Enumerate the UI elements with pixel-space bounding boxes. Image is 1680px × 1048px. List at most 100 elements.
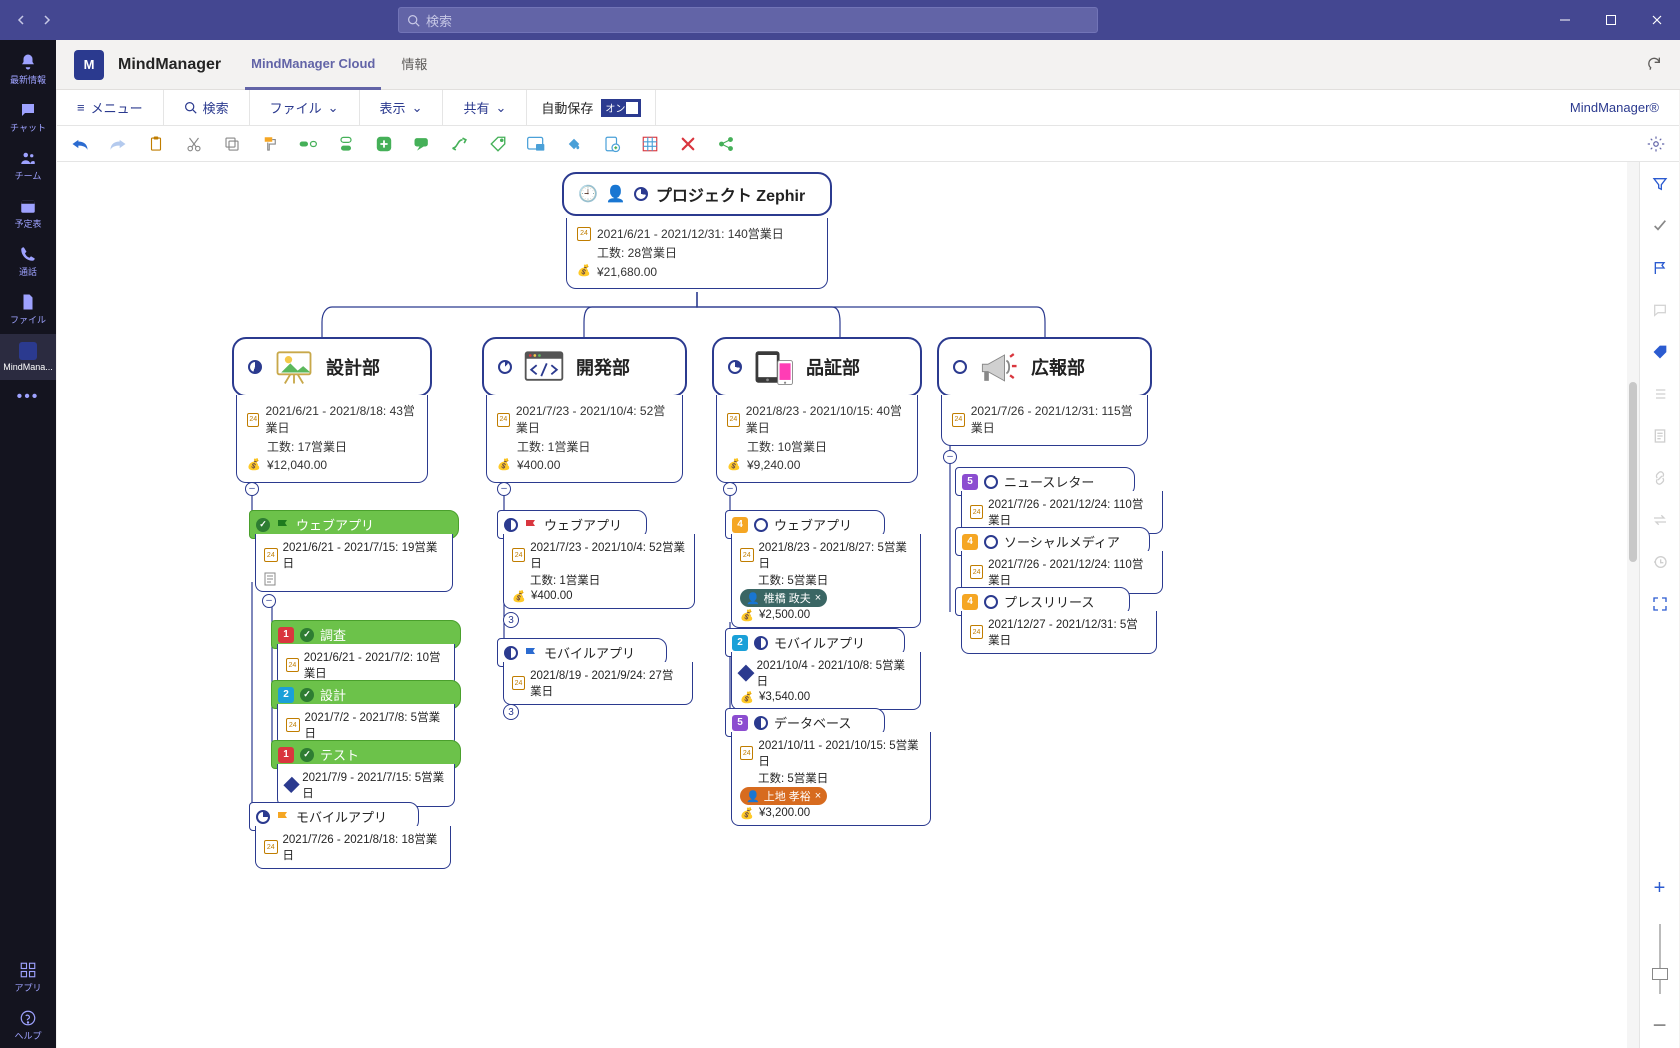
rail-chat[interactable]: チャット [0, 94, 56, 140]
dept-design[interactable]: 設計部 [232, 337, 432, 397]
root-title: プロジェクト Zephir [656, 182, 805, 206]
window-minimize-icon[interactable] [1542, 0, 1588, 40]
rail-more[interactable]: ••• [0, 382, 56, 412]
vertical-scrollbar[interactable] [1627, 162, 1639, 1048]
dept-dev-info: 242021/7/23 - 2021/10/4: 52営業日 工数: 1営業日 … [486, 395, 683, 483]
priority-5-badge: 5 [732, 715, 748, 731]
redo-icon[interactable] [107, 133, 129, 155]
rail-activity[interactable]: 最新情報 [0, 46, 56, 92]
filter-icon[interactable] [1650, 174, 1670, 194]
zoom-in-icon[interactable]: + [1650, 878, 1670, 898]
collapse-toggle[interactable]: – [723, 482, 737, 496]
app-logo-icon: M [74, 50, 104, 80]
copy-icon[interactable] [221, 133, 243, 155]
dept-pr-info: 242021/7/26 - 2021/12/31: 115営業日 [941, 395, 1148, 446]
collapse-toggle[interactable]: – [262, 594, 276, 608]
view-button[interactable]: 表示⌄ [360, 90, 444, 125]
boundary-icon[interactable] [525, 133, 547, 155]
tab-info[interactable]: 情報 [395, 40, 433, 90]
search-button[interactable]: 検索 [164, 90, 250, 125]
zoom-slider[interactable] [1659, 924, 1661, 994]
autosave-toggle[interactable]: 自動保存 オン [527, 90, 656, 125]
progress-icon [248, 360, 262, 374]
relationship-icon[interactable] [449, 133, 471, 155]
note-icon [264, 572, 276, 586]
rail-teams[interactable]: チーム [0, 142, 56, 188]
mindmanager-frame: ≡メニュー 検索 ファイル⌄ 表示⌄ 共有⌄ 自動保存 オン MindManag… [57, 90, 1679, 1048]
add-subtopic-icon[interactable] [297, 133, 319, 155]
collapse-toggle[interactable]: – [245, 482, 259, 496]
collapse-toggle[interactable]: – [497, 482, 511, 496]
list-tool-icon[interactable] [1650, 384, 1670, 404]
rail-help[interactable]: ヘルプ [0, 1002, 56, 1048]
zoom-out-icon[interactable]: − [1650, 1016, 1670, 1036]
rail-calls[interactable]: 通話 [0, 238, 56, 284]
person-chip[interactable]: 👤 椎橋 政夫 × [740, 589, 827, 607]
cut-icon[interactable] [183, 133, 205, 155]
app-title: MindManager [118, 56, 221, 74]
clock-icon: 🕘 [578, 184, 598, 204]
tab-cloud[interactable]: MindManager Cloud [245, 40, 381, 90]
mindmap-canvas[interactable]: 🕘 👤 プロジェクト Zephir 242021/6/21 - 2021/12/… [57, 162, 1679, 1048]
person-chip[interactable]: 👤 上地 孝裕 × [740, 787, 827, 805]
history-tool-icon[interactable] [1650, 552, 1670, 572]
reload-icon[interactable] [1646, 55, 1662, 74]
chat-tool-icon[interactable] [1650, 300, 1670, 320]
titlebar-search[interactable]: 検索 [398, 7, 1098, 33]
chip-remove-icon[interactable]: × [815, 790, 821, 802]
dept-pr[interactable]: 広報部 [937, 337, 1152, 397]
rail-calendar[interactable]: 予定表 [0, 190, 56, 236]
flag-red-icon [524, 518, 538, 532]
settings-icon[interactable] [1645, 133, 1667, 155]
easel-icon [270, 347, 318, 387]
root-node[interactable]: 🕘 👤 プロジェクト Zephir [562, 172, 832, 216]
code-window-icon [520, 347, 568, 387]
nav-forward-icon[interactable] [38, 11, 56, 29]
milestone-icon [283, 777, 299, 793]
add-sibling-icon[interactable] [335, 133, 357, 155]
fit-tool-icon[interactable] [1650, 594, 1670, 614]
link-tool-icon[interactable] [1650, 468, 1670, 488]
add-callout-icon[interactable] [411, 133, 433, 155]
mm-toolbar-row1: ≡メニュー 検索 ファイル⌄ 表示⌄ 共有⌄ 自動保存 オン MindManag… [57, 90, 1679, 126]
flag-tool-icon[interactable] [1650, 258, 1670, 278]
priority-4-badge: 4 [732, 517, 748, 533]
undo-icon[interactable] [69, 133, 91, 155]
brand-label: MindManager® [1550, 90, 1679, 125]
child-count[interactable]: 3 [503, 704, 519, 720]
rail-files[interactable]: ファイル [0, 286, 56, 332]
nav-back-icon[interactable] [12, 11, 30, 29]
paste-icon[interactable] [145, 133, 167, 155]
window-close-icon[interactable] [1634, 0, 1680, 40]
checkmark-icon[interactable] [1650, 216, 1670, 236]
tag-icon[interactable] [487, 133, 509, 155]
dept-dev[interactable]: 開発部 [482, 337, 687, 397]
rail-mindmanager[interactable]: MindMana... [0, 334, 56, 380]
cost-icon [577, 265, 591, 279]
dept-qa[interactable]: 品証部 [712, 337, 922, 397]
share-icon[interactable] [715, 133, 737, 155]
table-icon[interactable] [639, 133, 661, 155]
window-maximize-icon[interactable] [1588, 0, 1634, 40]
format-painter-icon[interactable] [259, 133, 281, 155]
notes-tool-icon[interactable] [1650, 426, 1670, 446]
edge-layer [57, 162, 1397, 1048]
milestone-icon [737, 665, 754, 682]
root-info: 242021/6/21 - 2021/12/31: 140営業日 工数: 28営… [566, 218, 828, 289]
teams-left-rail: 最新情報 チャット チーム 予定表 通話 ファイル MindMana... ••… [0, 40, 56, 1048]
scrollbar-thumb[interactable] [1629, 382, 1637, 562]
file-button[interactable]: ファイル⌄ [250, 90, 360, 125]
priority-1-badge: 1 [278, 627, 294, 643]
tag-tool-icon[interactable] [1650, 342, 1670, 362]
collapse-toggle[interactable]: – [943, 450, 957, 464]
fill-icon[interactable] [563, 133, 585, 155]
child-count[interactable]: 3 [503, 612, 519, 628]
attach-icon[interactable] [601, 133, 623, 155]
rail-apps[interactable]: アプリ [0, 954, 56, 1000]
chip-remove-icon[interactable]: × [815, 592, 821, 604]
menu-button[interactable]: ≡メニュー [57, 90, 164, 125]
add-topic-icon[interactable] [373, 133, 395, 155]
share-button[interactable]: 共有⌄ [443, 90, 527, 125]
delete-icon[interactable] [677, 133, 699, 155]
swap-tool-icon[interactable] [1650, 510, 1670, 530]
